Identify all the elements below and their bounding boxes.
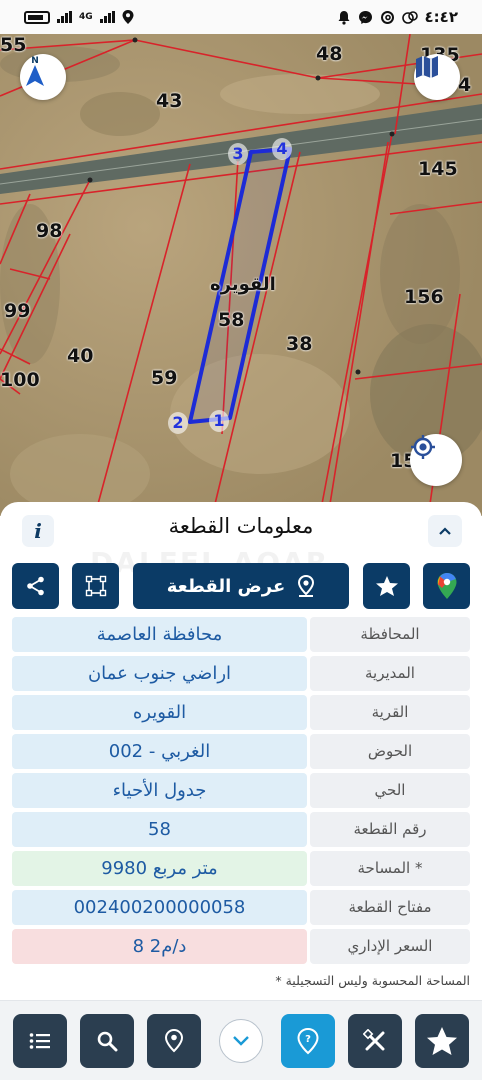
show-plot-label: عرض القطعة xyxy=(166,575,286,597)
info-button[interactable]: i xyxy=(22,515,54,547)
corner-marker-3: 3 xyxy=(228,143,248,165)
map-pin-icon xyxy=(164,1028,184,1053)
info-icon: i xyxy=(34,519,42,543)
collapse-button[interactable] xyxy=(428,515,462,547)
signal-icon xyxy=(57,11,72,23)
polygon-select-icon xyxy=(85,575,106,597)
plot-number[interactable]: 145 xyxy=(418,158,458,180)
row-value: اراضي جنوب عمان xyxy=(12,656,307,691)
compass-icon: N xyxy=(26,56,44,86)
plot-number-selected[interactable]: 58 xyxy=(218,309,244,331)
table-row-neighborhood: جدول الأحياء الحي xyxy=(12,773,470,808)
plot-number[interactable]: 38 xyxy=(286,333,312,355)
corner-marker-1: 1 xyxy=(209,410,229,432)
row-value: 58 xyxy=(12,812,307,847)
row-label: المديرية xyxy=(310,656,470,691)
row-value: الغربي - 002 xyxy=(12,734,307,769)
google-maps-button[interactable] xyxy=(423,563,470,609)
table-row-plot-number: 58 رقم القطعة xyxy=(12,812,470,847)
location-pin-icon xyxy=(298,575,315,597)
chevron-down-icon xyxy=(233,1036,249,1046)
corner-marker-2: 2 xyxy=(168,412,188,434)
table-row-governorate: محافظة العاصمة المحافظة xyxy=(12,617,470,652)
plot-number[interactable]: 55 xyxy=(0,34,26,56)
threads-icon xyxy=(380,10,394,24)
list-icon xyxy=(29,1033,50,1049)
terrain-patch xyxy=(80,92,160,136)
plot-info-tab-button[interactable]: ? xyxy=(281,1014,335,1068)
network-type: 4G xyxy=(79,12,93,22)
plot-number[interactable]: 48 xyxy=(316,43,342,65)
plot-number[interactable]: 99 xyxy=(4,300,30,322)
status-bar: 4G ٤:٤٢ xyxy=(0,0,482,34)
table-row-admin-price: 8 د/م2 السعر الإداري xyxy=(12,929,470,964)
favorite-button[interactable] xyxy=(363,563,410,609)
row-label: رقم القطعة xyxy=(310,812,470,847)
plot-number[interactable]: 43 xyxy=(156,90,182,112)
google-maps-icon xyxy=(437,573,456,599)
clock: ٤:٤٢ xyxy=(424,8,458,26)
share-icon xyxy=(26,576,44,596)
tools-icon xyxy=(363,1029,385,1051)
row-label: الحي xyxy=(310,773,470,808)
location-search-button[interactable] xyxy=(147,1014,201,1068)
compass-letter: N xyxy=(31,56,39,66)
row-value: محافظة العاصمة xyxy=(12,617,307,652)
tools-button[interactable] xyxy=(348,1014,402,1068)
share-button[interactable] xyxy=(12,563,59,609)
compass-button[interactable]: N xyxy=(20,54,66,100)
plot-number[interactable]: 40 xyxy=(67,345,93,367)
table-row-directorate: اراضي جنوب عمان المديرية xyxy=(12,656,470,691)
plot-number[interactable]: 98 xyxy=(36,220,62,242)
search-icon xyxy=(97,1031,118,1052)
crosshair-icon xyxy=(411,435,435,459)
bell-icon xyxy=(338,10,350,25)
corner-marker-4: 4 xyxy=(272,138,292,160)
table-row-village: القويره القرية xyxy=(12,695,470,730)
plot-number[interactable]: 59 xyxy=(151,367,177,389)
row-label: الحوض xyxy=(310,734,470,769)
show-plot-button[interactable]: عرض القطعة xyxy=(133,563,349,609)
row-label: السعر الإداري xyxy=(310,929,470,964)
map-fold-icon xyxy=(416,56,438,78)
plot-number[interactable]: 100 xyxy=(0,369,40,391)
map-view[interactable]: 55 48 43 135 4 145 98 156 99 58 38 40 10… xyxy=(0,34,482,516)
village-label: القويره xyxy=(210,274,276,295)
svg-text:?: ? xyxy=(305,1034,311,1045)
row-value: 9980 متر مربع xyxy=(12,851,307,886)
row-value: القويره xyxy=(12,695,307,730)
row-value: جدول الأحياء xyxy=(12,773,307,808)
row-label: مفتاح القطعة xyxy=(310,890,470,925)
status-right: ٤:٤٢ xyxy=(337,8,458,26)
row-value[interactable]: 002400200000058 xyxy=(12,890,307,925)
my-location-button[interactable] xyxy=(410,434,462,486)
table-row-area: 9980 متر مربع المساحة * xyxy=(12,851,470,886)
battery-icon xyxy=(24,10,50,24)
panel-title: معلومات القطعة xyxy=(168,514,314,538)
list-button[interactable] xyxy=(13,1014,67,1068)
search-button[interactable] xyxy=(80,1014,134,1068)
pin-question-icon: ? xyxy=(297,1027,319,1055)
status-left: 4G xyxy=(24,10,134,24)
table-row-plot-key: 002400200000058 مفتاح القطعة xyxy=(12,890,470,925)
area-footnote: * المساحة المحسوبة وليس التسجيلية xyxy=(275,973,470,988)
row-value: 8 د/م2 xyxy=(12,929,307,964)
messenger-icon xyxy=(358,10,372,24)
row-label: المساحة * xyxy=(310,851,470,886)
no-connection-icon xyxy=(401,10,418,24)
row-label: القرية xyxy=(310,695,470,730)
terrain-patch xyxy=(380,204,460,344)
expand-toolbar-button[interactable] xyxy=(219,1019,263,1063)
star-icon xyxy=(427,1027,457,1055)
table-row-basin: الغربي - 002 الحوض xyxy=(12,734,470,769)
plot-number[interactable]: 156 xyxy=(404,286,444,308)
row-label: المحافظة xyxy=(310,617,470,652)
favorites-button[interactable] xyxy=(415,1014,469,1068)
location-status-icon xyxy=(122,10,134,24)
chevron-up-icon xyxy=(439,527,451,535)
signal-icon-2 xyxy=(99,11,115,23)
measure-area-button[interactable] xyxy=(72,563,119,609)
map-layers-button[interactable] xyxy=(414,54,460,100)
star-icon xyxy=(375,576,398,596)
